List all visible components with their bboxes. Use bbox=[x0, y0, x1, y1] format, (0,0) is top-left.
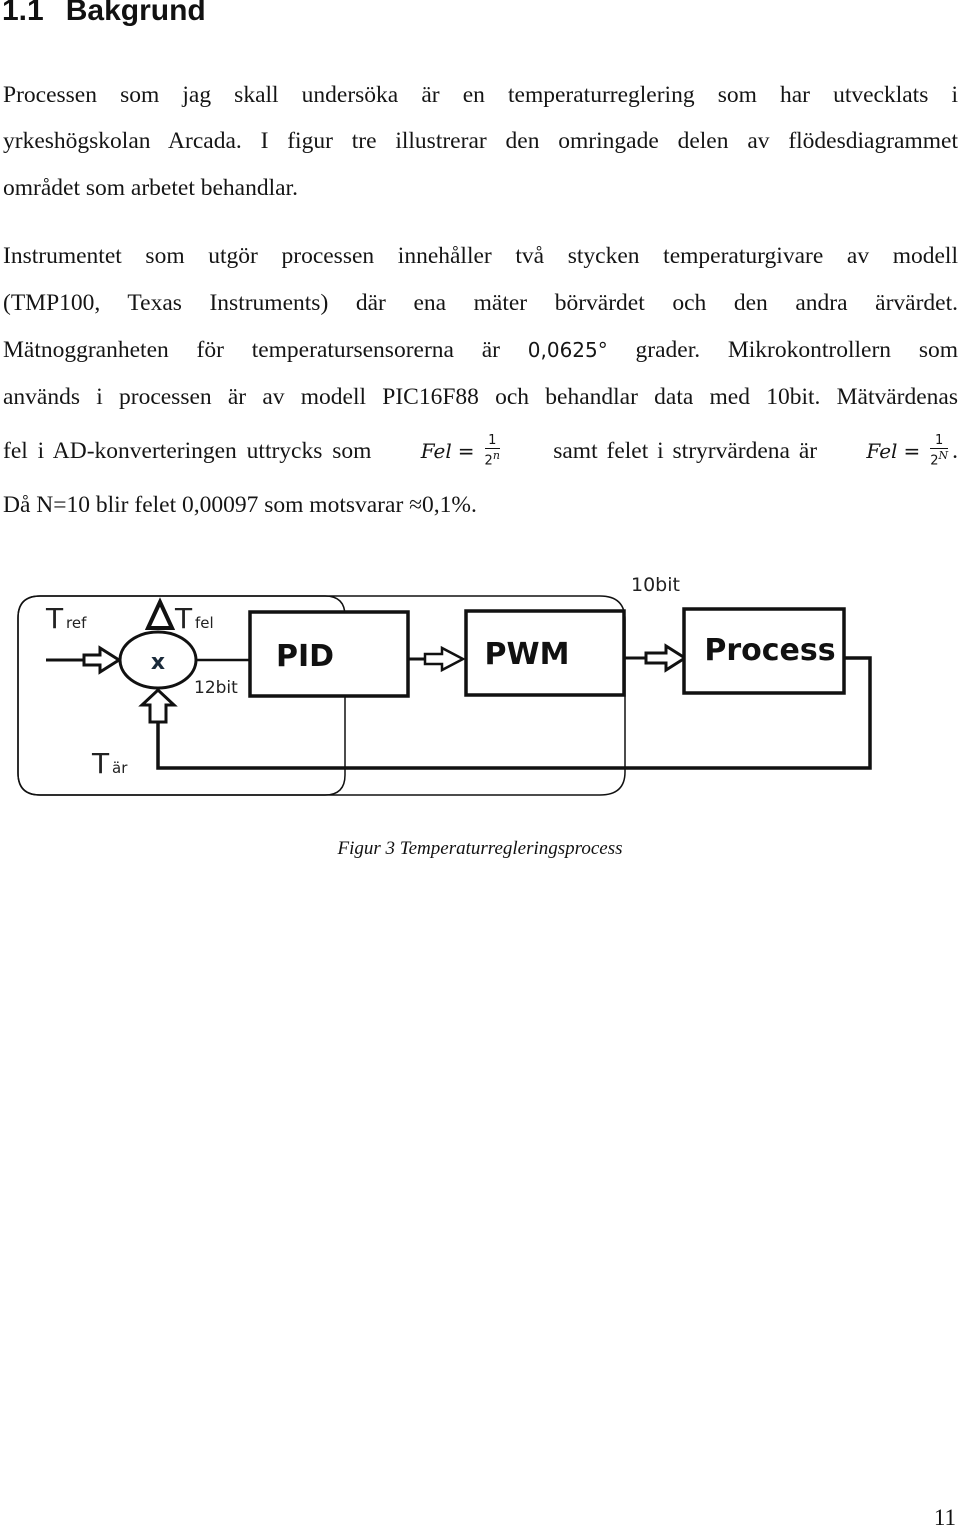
formula1-denominator: 2n bbox=[485, 449, 500, 468]
tfel-sub: fel bbox=[195, 614, 214, 632]
formula2-numerator: 1 bbox=[930, 434, 949, 449]
section-title: Bakgrund bbox=[65, 0, 206, 27]
paragraph2-line2: (TMP100, Texas Instruments) där ena mäte… bbox=[3, 290, 958, 316]
line5-text-b: samt felet i stryrvärdena är bbox=[553, 438, 818, 465]
bits-10-label: 10bit bbox=[631, 574, 680, 596]
formula2-fraction: 1 2N bbox=[930, 434, 949, 468]
figure-caption: Figur 3 Temperaturregleringsprocess bbox=[337, 838, 623, 859]
bits-12-label: 12bit bbox=[194, 678, 238, 698]
control-loop-diagram: T ref x T fel T är 12bit PID PWM 10bit P… bbox=[17, 574, 872, 796]
pwm-label: PWM bbox=[485, 637, 570, 672]
formula1-lhs: Fel bbox=[420, 439, 452, 464]
feedback-arrow-icon bbox=[138, 687, 178, 724]
formula1-fraction: 1 2n bbox=[484, 434, 500, 468]
formula2-denominator: 2N bbox=[930, 449, 948, 468]
formula2-exponent: N bbox=[938, 449, 949, 462]
tref-sub: ref bbox=[66, 614, 87, 632]
paragraph1-line2: yrkeshögskolan Arcada. I figur tre illus… bbox=[3, 128, 958, 154]
process-label: Process bbox=[704, 633, 835, 668]
line3-text-a: Mätnoggranheten för temperatursensorerna… bbox=[3, 337, 528, 363]
pid-label: PID bbox=[276, 639, 334, 674]
input-arrow-icon bbox=[82, 645, 122, 675]
formula2-eq: = bbox=[903, 439, 921, 464]
tref-main: T bbox=[45, 602, 64, 635]
paragraph2-line5: fel i AD-konverteringen uttrycks som Fel… bbox=[3, 434, 958, 468]
pwm-process-arrow-icon bbox=[644, 643, 688, 673]
junction-label: x bbox=[151, 650, 165, 675]
section-number: 1.1 bbox=[2, 0, 44, 27]
accuracy-value: 0,0625° bbox=[527, 338, 608, 362]
line5-end: . bbox=[952, 438, 958, 465]
pid-pwm-arrow-icon bbox=[423, 645, 466, 673]
formula1-exponent: n bbox=[492, 449, 500, 462]
tfel-main: T bbox=[174, 602, 193, 635]
paragraph2-line6: Då N=10 blir felet 0,00097 som motsvarar… bbox=[3, 492, 477, 518]
paragraph2-line1: Instrumentet som utgör processen innehål… bbox=[3, 243, 958, 269]
section-heading: 1.1 Bakgrund bbox=[2, 0, 206, 28]
line5-text-a: fel i AD-konverteringen uttrycks som bbox=[3, 438, 372, 465]
formula1-eq: = bbox=[457, 439, 475, 464]
formula1-numerator: 1 bbox=[484, 434, 500, 449]
paragraph1-line1: Processen som jag skall undersöka är en … bbox=[3, 82, 958, 108]
formula2-lhs: Fel bbox=[866, 439, 898, 464]
tar-main: T bbox=[91, 747, 110, 780]
paragraph2-line4: används i processen är av modell PIC16F8… bbox=[3, 384, 958, 410]
paragraph1-line3: området som arbetet behandlar. bbox=[3, 175, 298, 201]
formula-control-error: Fel = 1 2N . bbox=[866, 434, 958, 468]
paragraph2-line3: Mätnoggranheten för temperatursensorerna… bbox=[3, 335, 958, 365]
page-number: 11 bbox=[933, 1505, 956, 1530]
line3-text-b: grader. Mikrokontrollern som bbox=[607, 337, 959, 363]
delta-icon bbox=[144, 597, 176, 630]
formula-ad-error: Fel = 1 2n bbox=[421, 434, 504, 468]
formula1-base: 2 bbox=[484, 453, 493, 469]
tar-sub: är bbox=[112, 759, 128, 777]
